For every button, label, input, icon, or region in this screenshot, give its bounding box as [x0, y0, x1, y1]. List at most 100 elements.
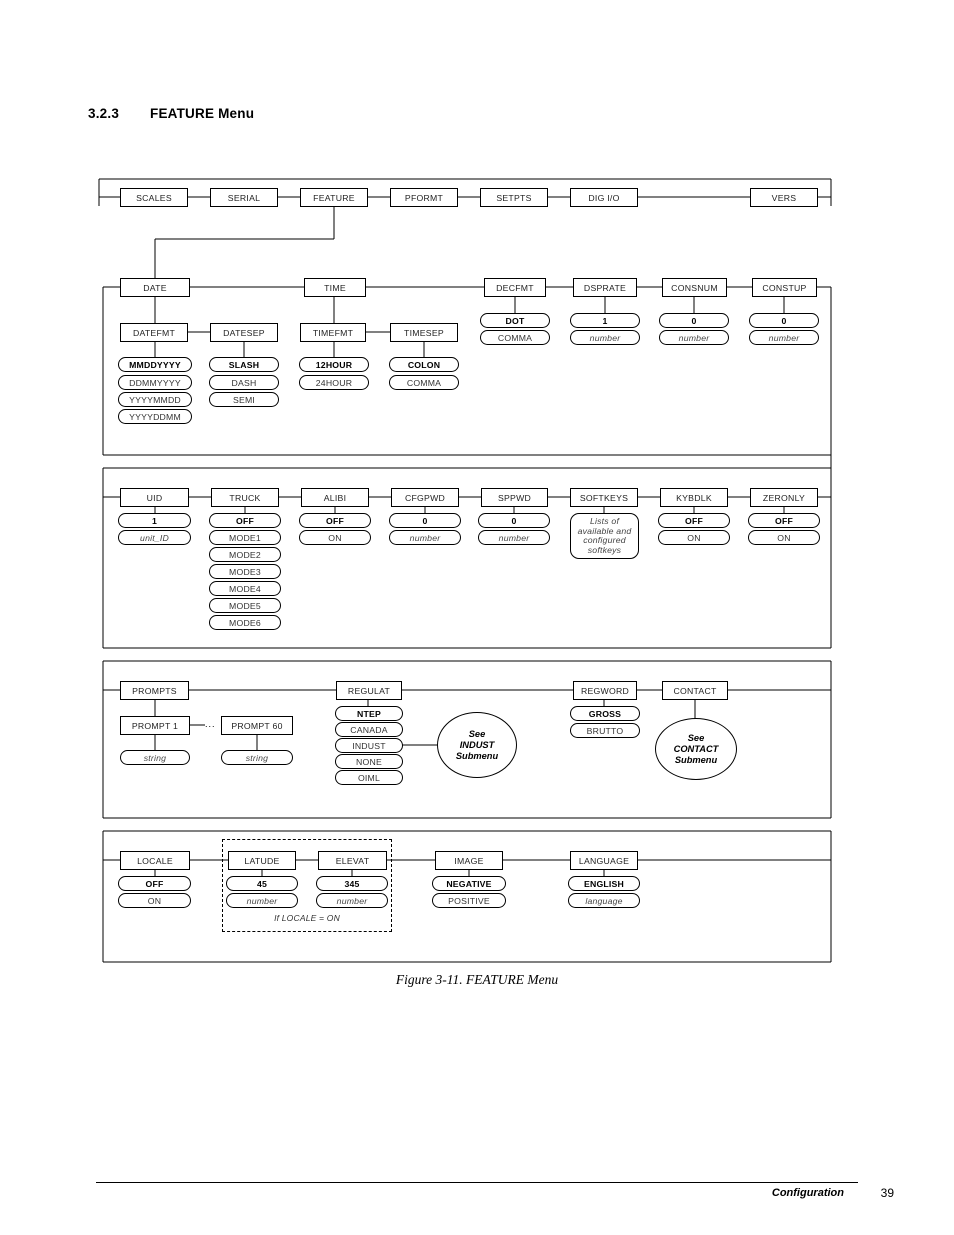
footer-chapter: Configuration [771, 1187, 844, 1199]
option-truck-mode2[interactable]: MODE2 [209, 547, 281, 562]
option-ddmmyyyy[interactable]: DDMMYYYY [118, 375, 192, 390]
menu-node-datesep[interactable]: DATESEP [210, 323, 278, 342]
option-truck-mode3[interactable]: MODE3 [209, 564, 281, 579]
option-dsprate-value[interactable]: 1 [570, 313, 640, 328]
option-regword-gross[interactable]: GROSS [570, 706, 640, 721]
option-constup-number[interactable]: number [749, 330, 819, 345]
option-alibi-off[interactable]: OFF [299, 513, 371, 528]
menu-node-prompt-1[interactable]: PROMPT 1 [120, 716, 190, 735]
option-zeronly-off[interactable]: OFF [748, 513, 820, 528]
menu-node-digio[interactable]: DIG I/O [570, 188, 638, 207]
menu-node-cfgpwd[interactable]: CFGPWD [391, 488, 459, 507]
option-consnum-value[interactable]: 0 [659, 313, 729, 328]
option-latude-value[interactable]: 45 [226, 876, 298, 891]
option-comma-timesep[interactable]: COMMA [389, 375, 459, 390]
option-uid-value[interactable]: 1 [118, 513, 191, 528]
option-image-positive[interactable]: POSITIVE [432, 893, 506, 908]
menu-node-kybdlk[interactable]: KYBDLK [660, 488, 728, 507]
option-truck-mode4[interactable]: MODE4 [209, 581, 281, 596]
option-regulat-canada[interactable]: CANADA [335, 722, 403, 737]
locale-condition-label: If LOCALE = ON [274, 913, 340, 923]
option-truck-mode5[interactable]: MODE5 [209, 598, 281, 613]
option-latude-number[interactable]: number [226, 893, 298, 908]
option-12hour[interactable]: 12HOUR [299, 357, 369, 372]
option-constup-value[interactable]: 0 [749, 313, 819, 328]
option-language-other[interactable]: language [568, 893, 640, 908]
menu-node-softkeys[interactable]: SOFTKEYS [570, 488, 638, 507]
menu-node-feature[interactable]: FEATURE [300, 188, 368, 207]
menu-node-elevat[interactable]: ELEVAT [318, 851, 387, 870]
option-elevat-number[interactable]: number [316, 893, 388, 908]
option-truck-mode1[interactable]: MODE1 [209, 530, 281, 545]
option-zeronly-on[interactable]: ON [748, 530, 820, 545]
menu-node-regword[interactable]: REGWORD [573, 681, 637, 700]
option-kybdlk-on[interactable]: ON [658, 530, 730, 545]
menu-node-date[interactable]: DATE [120, 278, 190, 297]
menu-node-consnum[interactable]: CONSNUM [662, 278, 727, 297]
option-locale-off[interactable]: OFF [118, 876, 191, 891]
contact-ref-line3: Submenu [674, 754, 718, 765]
option-softkeys-note[interactable]: Lists of available and configured softkeys [570, 513, 639, 559]
option-mmddyyyy[interactable]: MMDDYYYY [118, 357, 192, 372]
option-truck-mode6[interactable]: MODE6 [209, 615, 281, 630]
menu-node-scales[interactable]: SCALES [120, 188, 188, 207]
option-prompt60-string[interactable]: string [221, 750, 293, 765]
option-regulat-oiml[interactable]: OIML [335, 770, 403, 785]
option-slash[interactable]: SLASH [209, 357, 279, 372]
menu-node-dsprate[interactable]: DSPRATE [573, 278, 637, 297]
option-uid-unitid[interactable]: unit_ID [118, 530, 191, 545]
option-dot[interactable]: DOT [480, 313, 550, 328]
menu-node-vers[interactable]: VERS [750, 188, 818, 207]
menu-node-zeronly[interactable]: ZERONLY [750, 488, 818, 507]
option-comma-decfmt[interactable]: COMMA [480, 330, 550, 345]
option-regulat-indust[interactable]: INDUST [335, 738, 403, 753]
menu-node-timesep[interactable]: TIMESEP [390, 323, 458, 342]
option-dsprate-number[interactable]: number [570, 330, 640, 345]
option-dash[interactable]: DASH [209, 375, 279, 390]
menu-node-prompts[interactable]: PROMPTS [120, 681, 189, 700]
option-yyyymmdd[interactable]: YYYYMMDD [118, 392, 192, 407]
menu-node-truck[interactable]: TRUCK [211, 488, 279, 507]
option-sppwd-value[interactable]: 0 [478, 513, 550, 528]
menu-node-alibi[interactable]: ALIBI [301, 488, 369, 507]
option-language-english[interactable]: ENGLISH [568, 876, 640, 891]
menu-node-regulat[interactable]: REGULAT [336, 681, 402, 700]
option-truck-off[interactable]: OFF [209, 513, 281, 528]
option-locale-on[interactable]: ON [118, 893, 191, 908]
option-regulat-none[interactable]: NONE [335, 754, 403, 769]
menu-node-latude[interactable]: LATUDE [228, 851, 296, 870]
menu-node-language[interactable]: LANGUAGE [570, 851, 638, 870]
option-sppwd-number[interactable]: number [478, 530, 550, 545]
menu-node-datefmt[interactable]: DATEFMT [120, 323, 188, 342]
menu-node-sppwd[interactable]: SPPWD [481, 488, 548, 507]
option-colon[interactable]: COLON [389, 357, 459, 372]
menu-node-setpts[interactable]: SETPTS [480, 188, 548, 207]
option-cfgpwd-value[interactable]: 0 [389, 513, 461, 528]
menu-node-pformt[interactable]: PFORMT [390, 188, 458, 207]
menu-node-image[interactable]: IMAGE [435, 851, 503, 870]
option-regulat-ntep[interactable]: NTEP [335, 706, 403, 721]
indust-submenu-reference[interactable]: See INDUST Submenu [437, 712, 517, 778]
menu-node-uid[interactable]: UID [120, 488, 189, 507]
menu-node-timefmt[interactable]: TIMEFMT [300, 323, 366, 342]
menu-node-constup[interactable]: CONSTUP [752, 278, 817, 297]
indust-ref-line2: INDUST [459, 739, 495, 750]
option-consnum-number[interactable]: number [659, 330, 729, 345]
menu-node-time[interactable]: TIME [304, 278, 366, 297]
option-semi[interactable]: SEMI [209, 392, 279, 407]
option-image-negative[interactable]: NEGATIVE [432, 876, 506, 891]
contact-submenu-reference[interactable]: See CONTACT Submenu [655, 718, 737, 780]
option-kybdlk-off[interactable]: OFF [658, 513, 730, 528]
option-prompt1-string[interactable]: string [120, 750, 190, 765]
menu-node-serial[interactable]: SERIAL [210, 188, 278, 207]
menu-node-locale[interactable]: LOCALE [120, 851, 190, 870]
menu-node-prompt-60[interactable]: PROMPT 60 [221, 716, 293, 735]
option-elevat-value[interactable]: 345 [316, 876, 388, 891]
option-24hour[interactable]: 24HOUR [299, 375, 369, 390]
option-yyyyddmm[interactable]: YYYYDDMM [118, 409, 192, 424]
option-alibi-on[interactable]: ON [299, 530, 371, 545]
option-cfgpwd-number[interactable]: number [389, 530, 461, 545]
menu-node-decfmt[interactable]: DECFMT [484, 278, 546, 297]
menu-node-contact[interactable]: CONTACT [662, 681, 728, 700]
option-regword-brutto[interactable]: BRUTTO [570, 723, 640, 738]
